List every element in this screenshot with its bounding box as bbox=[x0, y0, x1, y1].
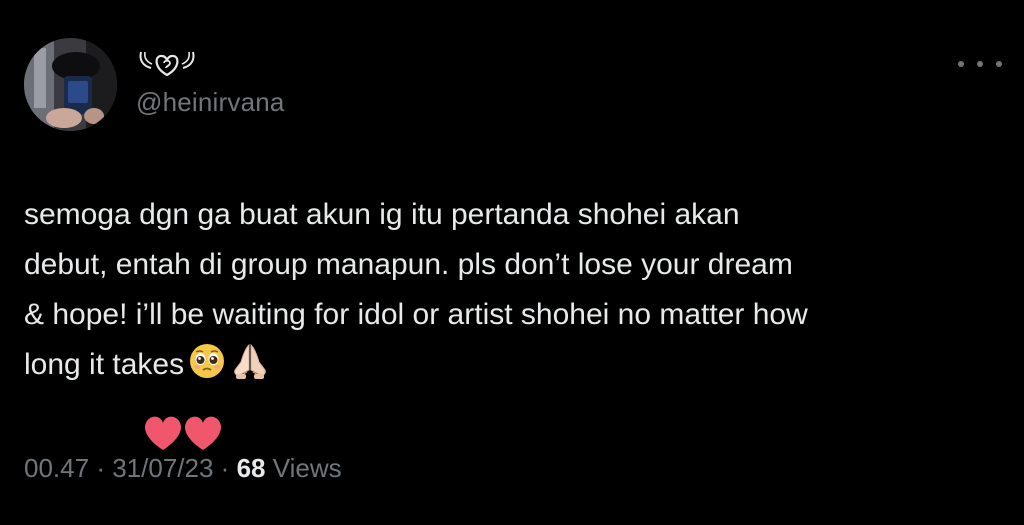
more-dot bbox=[996, 61, 1002, 67]
meta-separator: · bbox=[220, 453, 230, 483]
user-handle[interactable]: @heinirvana bbox=[136, 87, 285, 118]
angel-heart-icon bbox=[139, 51, 195, 77]
more-dot bbox=[958, 61, 964, 67]
tweet: @heinirvana semoga dgn ga buat akun ig i… bbox=[0, 0, 1024, 525]
tweet-meta: 00.47 · 31/07/23 · 68 Views bbox=[24, 453, 342, 484]
tweet-date[interactable]: 31/07/23 bbox=[112, 453, 213, 483]
tweet-body-line: & hope! i’ll be waiting for idol or arti… bbox=[24, 298, 808, 331]
more-options-button[interactable] bbox=[958, 54, 1002, 74]
meta-separator: · bbox=[96, 453, 105, 483]
views-label: Views bbox=[272, 453, 342, 483]
tweet-body-line: long it takes bbox=[24, 348, 185, 381]
views-count[interactable]: 68 bbox=[237, 453, 266, 483]
pleading-face-emoji bbox=[190, 344, 225, 378]
tweet-body-line: debut, entah di group manapun. pls don’t… bbox=[24, 248, 793, 281]
tweet-body: semoga dgn ga buat akun ig itu pertanda … bbox=[24, 190, 1014, 390]
tweet-body-last-line: long it takes bbox=[24, 340, 1014, 390]
tweet-time[interactable]: 00.47 bbox=[24, 453, 89, 483]
avatar-image bbox=[24, 38, 117, 131]
tweet-body-line: semoga dgn ga buat akun ig itu pertanda … bbox=[24, 198, 740, 231]
avatar[interactable] bbox=[24, 38, 117, 131]
two-hearts-decoration bbox=[144, 416, 222, 450]
folded-hands-emoji bbox=[234, 343, 266, 379]
more-dot bbox=[977, 61, 983, 67]
